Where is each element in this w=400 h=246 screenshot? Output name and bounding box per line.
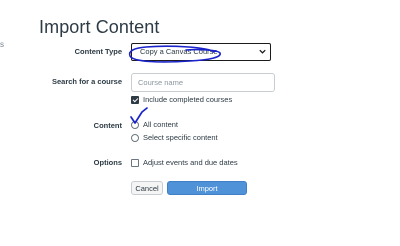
specific-content-label: Select specific content bbox=[143, 133, 218, 142]
import-button[interactable]: Import bbox=[167, 181, 247, 195]
include-completed-row[interactable]: Include completed courses bbox=[131, 95, 232, 104]
content-option-specific[interactable]: Select specific content bbox=[131, 133, 218, 142]
adjust-dates-checkbox[interactable] bbox=[131, 158, 139, 167]
content-option-all[interactable]: All content bbox=[131, 120, 178, 129]
page-title: Import Content bbox=[39, 17, 160, 37]
adjust-dates-row[interactable]: Adjust events and due dates bbox=[131, 158, 238, 167]
course-search-input[interactable] bbox=[131, 73, 275, 92]
chevron-down-icon bbox=[259, 49, 266, 54]
search-course-label: Search for a course bbox=[51, 77, 122, 86]
cancel-button[interactable]: Cancel bbox=[131, 181, 163, 195]
content-type-label: Content Type bbox=[74, 47, 122, 56]
include-completed-checkbox[interactable] bbox=[131, 95, 139, 104]
specific-content-radio[interactable] bbox=[131, 133, 139, 142]
options-label: Options bbox=[93, 158, 122, 167]
include-completed-label: Include completed courses bbox=[143, 95, 233, 104]
all-content-label: All content bbox=[143, 120, 179, 129]
all-content-radio[interactable] bbox=[131, 120, 139, 129]
content-label: Content bbox=[93, 121, 122, 130]
content-type-selected-value: Copy a Canvas Course bbox=[140, 47, 218, 56]
adjust-dates-label: Adjust events and due dates bbox=[143, 158, 238, 167]
content-type-select[interactable]: Copy a Canvas Course bbox=[131, 43, 271, 61]
